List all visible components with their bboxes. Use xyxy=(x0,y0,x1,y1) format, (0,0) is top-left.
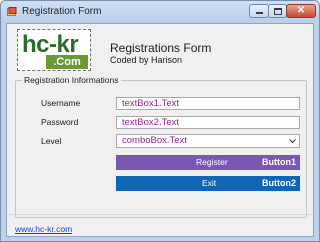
close-button[interactable]: ✕ xyxy=(286,4,316,18)
minimize-icon xyxy=(255,12,263,14)
register-button-label: Register xyxy=(196,157,228,167)
maximize-icon xyxy=(273,7,282,15)
registration-groupbox: Registration Informations Username textB… xyxy=(15,75,307,218)
app-window: Registration Form ✕ hc-kr .Com Registrat… xyxy=(0,0,320,242)
username-label: Username xyxy=(41,98,81,108)
password-label: Password xyxy=(41,117,79,127)
title-bar[interactable]: Registration Form ✕ xyxy=(1,1,319,23)
maximize-button[interactable] xyxy=(268,4,287,18)
exit-button-label: Exit xyxy=(202,178,217,188)
form-app-icon xyxy=(7,7,17,16)
level-label: Level xyxy=(41,136,62,146)
exit-button-name: Button2 xyxy=(262,178,296,188)
website-link[interactable]: www.hc-kr.com xyxy=(15,224,72,234)
minimize-button[interactable] xyxy=(249,4,269,18)
form-client-area: hc-kr .Com Registrations Form Coded by H… xyxy=(6,23,314,237)
groupbox-legend: Registration Informations xyxy=(22,75,121,85)
form-credit: Coded by Harison xyxy=(110,55,183,65)
username-input[interactable]: textBox1.Text xyxy=(116,97,300,110)
form-heading: Registrations Form xyxy=(110,41,212,55)
footer-divider xyxy=(7,214,313,215)
logo-badge: .Com xyxy=(46,55,88,69)
password-input[interactable]: textBox2.Text xyxy=(116,116,300,129)
exit-button[interactable]: Exit Button2 xyxy=(116,176,300,191)
level-combobox-value: comboBox.Text xyxy=(122,135,187,146)
chevron-down-icon[interactable] xyxy=(287,135,298,147)
register-button-name: Button1 xyxy=(262,157,296,167)
level-combobox[interactable]: comboBox.Text xyxy=(116,134,300,148)
window-title: Registration Form xyxy=(22,6,102,17)
site-logo: hc-kr .Com xyxy=(17,29,91,71)
register-button[interactable]: Register Button1 xyxy=(116,155,300,170)
close-icon: ✕ xyxy=(296,5,306,16)
